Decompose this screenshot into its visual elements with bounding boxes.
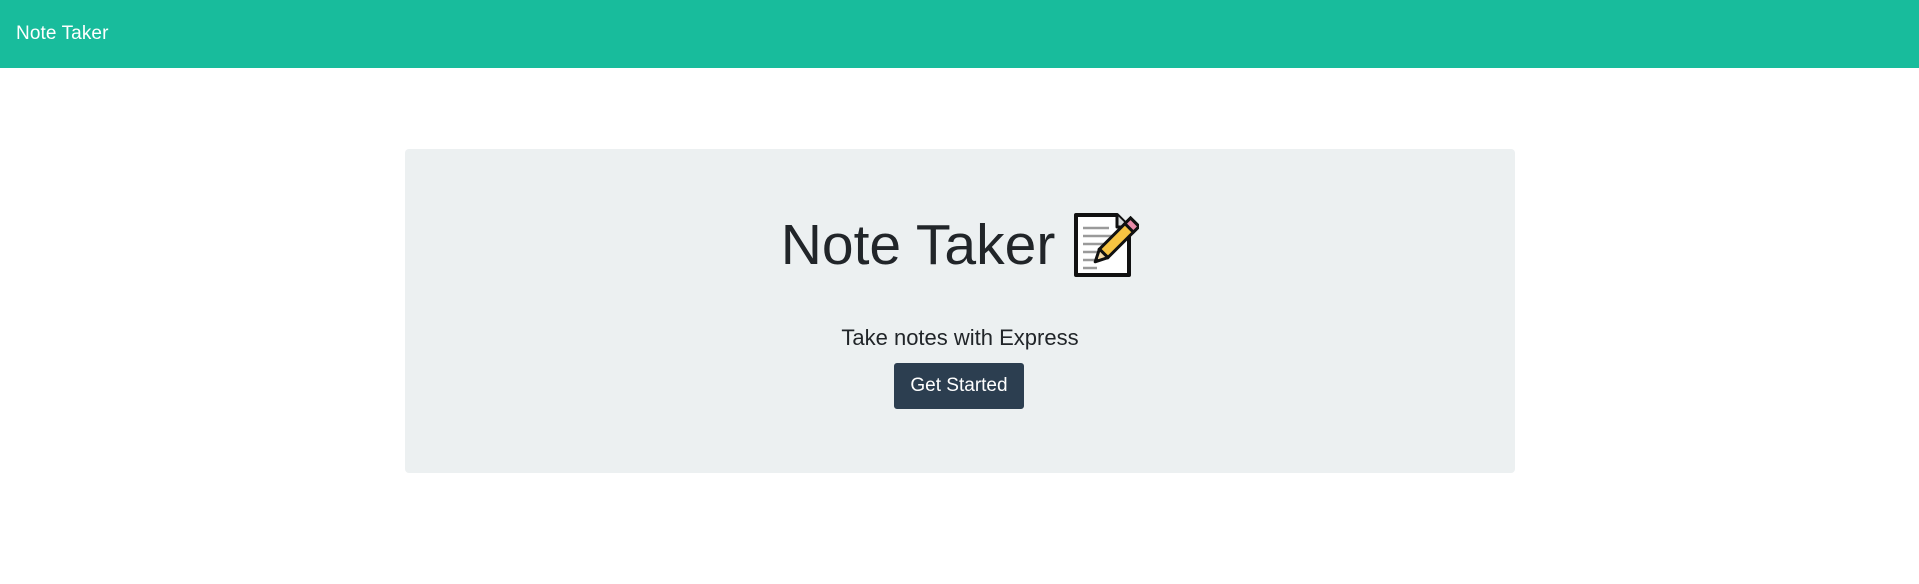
memo-icon: [1071, 212, 1142, 278]
hero-subtitle: Take notes with Express: [841, 325, 1079, 350]
page-title: Note Taker: [780, 213, 1056, 277]
hero-jumbotron: Note Taker Take notes with Express Get S…: [405, 149, 1515, 473]
navbar-brand-link[interactable]: Note Taker: [16, 23, 109, 45]
navbar: Note Taker: [0, 0, 1919, 68]
hero-title-row: Note Taker: [405, 209, 1515, 281]
get-started-button[interactable]: Get Started: [894, 363, 1024, 409]
